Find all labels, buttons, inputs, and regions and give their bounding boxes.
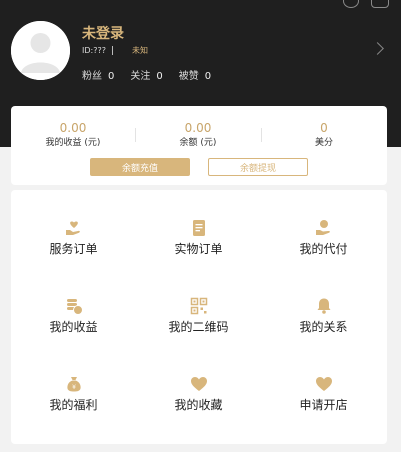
- divider: [111, 45, 113, 55]
- money-bag-icon: ¥: [65, 375, 83, 393]
- menu-label: 申请开店: [299, 398, 348, 412]
- gender-label: 未知: [131, 45, 148, 55]
- menu-my-earnings[interactable]: 我的收益: [11, 268, 136, 346]
- menu-goods-orders[interactable]: 实物订单: [136, 190, 261, 268]
- divider: [135, 128, 136, 142]
- svg-text:¥: ¥: [72, 384, 76, 391]
- menu-label: 我的代付: [299, 242, 348, 256]
- heart-icon: [190, 375, 208, 393]
- wallet-cents[interactable]: 0 美分: [264, 121, 384, 149]
- wallet-value: 0: [320, 121, 328, 135]
- wallet-earnings[interactable]: 0.00 我的收益 (元): [13, 121, 133, 149]
- document-icon: [190, 219, 208, 237]
- menu-label: 我的二维码: [168, 320, 229, 334]
- wallet-label: 余额 (元): [179, 138, 217, 148]
- menu-label: 我的福利: [49, 398, 98, 412]
- settings-icon[interactable]: [343, 0, 359, 8]
- stat-fans[interactable]: 粉丝 0: [82, 67, 114, 82]
- avatar[interactable]: [11, 21, 70, 80]
- wallet-card: 0.00 我的收益 (元) 0.00 余额 (元) 0 美分 余额充值 余额提现: [11, 106, 387, 185]
- wallet-label: 我的收益 (元): [45, 138, 101, 148]
- menu-grid: 服务订单 实物订单 我的代付 我的收益 我的二维码 我的关系 ¥ 我的福利 我的…: [11, 190, 387, 444]
- stat-value: 0: [156, 71, 163, 82]
- menu-my-welfare[interactable]: ¥ 我的福利: [11, 346, 136, 424]
- heart-icon: [315, 375, 333, 393]
- bell-icon: [315, 297, 333, 315]
- recharge-button[interactable]: 余额充值: [90, 158, 190, 176]
- menu-label: 服务订单: [49, 242, 98, 256]
- wallet-balance[interactable]: 0.00 余额 (元): [138, 121, 258, 149]
- user-id-row: ID:??? 未知: [82, 44, 148, 56]
- withdraw-button[interactable]: 余额提现: [208, 158, 308, 176]
- stat-value: 0: [108, 71, 115, 82]
- menu-my-relations[interactable]: 我的关系: [261, 268, 386, 346]
- menu-my-qrcode[interactable]: 我的二维码: [136, 268, 261, 346]
- stat-label: 粉丝: [82, 71, 102, 82]
- user-id: ID:???: [82, 45, 106, 55]
- menu-open-store[interactable]: 申请开店: [261, 346, 386, 424]
- menu-label: 我的关系: [299, 320, 348, 334]
- divider: [261, 128, 262, 142]
- message-icon[interactable]: [371, 0, 389, 8]
- chevron-right-icon[interactable]: [371, 42, 384, 55]
- menu-my-payments[interactable]: 我的代付: [261, 190, 386, 268]
- menu-label: 我的收藏: [174, 398, 223, 412]
- stat-label: 关注: [130, 71, 151, 82]
- menu-label: 实物订单: [174, 242, 223, 256]
- qr-code-icon: [190, 297, 208, 315]
- coin-stack-icon: [65, 297, 83, 315]
- wallet-value: 0.00: [184, 121, 212, 135]
- hand-coin-icon: [315, 219, 333, 237]
- hand-heart-icon: [65, 219, 83, 237]
- stat-label: 被赞: [178, 71, 199, 82]
- stat-value: 0: [204, 71, 212, 82]
- username[interactable]: 未登录: [82, 23, 124, 43]
- menu-label: 我的收益: [49, 320, 98, 334]
- menu-my-favorites[interactable]: 我的收藏: [136, 346, 261, 424]
- wallet-value: 0.00: [59, 121, 87, 135]
- stat-likes[interactable]: 被赞 0: [179, 67, 211, 82]
- wallet-label: 美分: [314, 138, 333, 148]
- menu-service-orders[interactable]: 服务订单: [11, 190, 136, 268]
- follow-stats: 粉丝 0 关注 0 被赞 0: [82, 67, 227, 82]
- stat-following[interactable]: 关注 0: [130, 67, 162, 82]
